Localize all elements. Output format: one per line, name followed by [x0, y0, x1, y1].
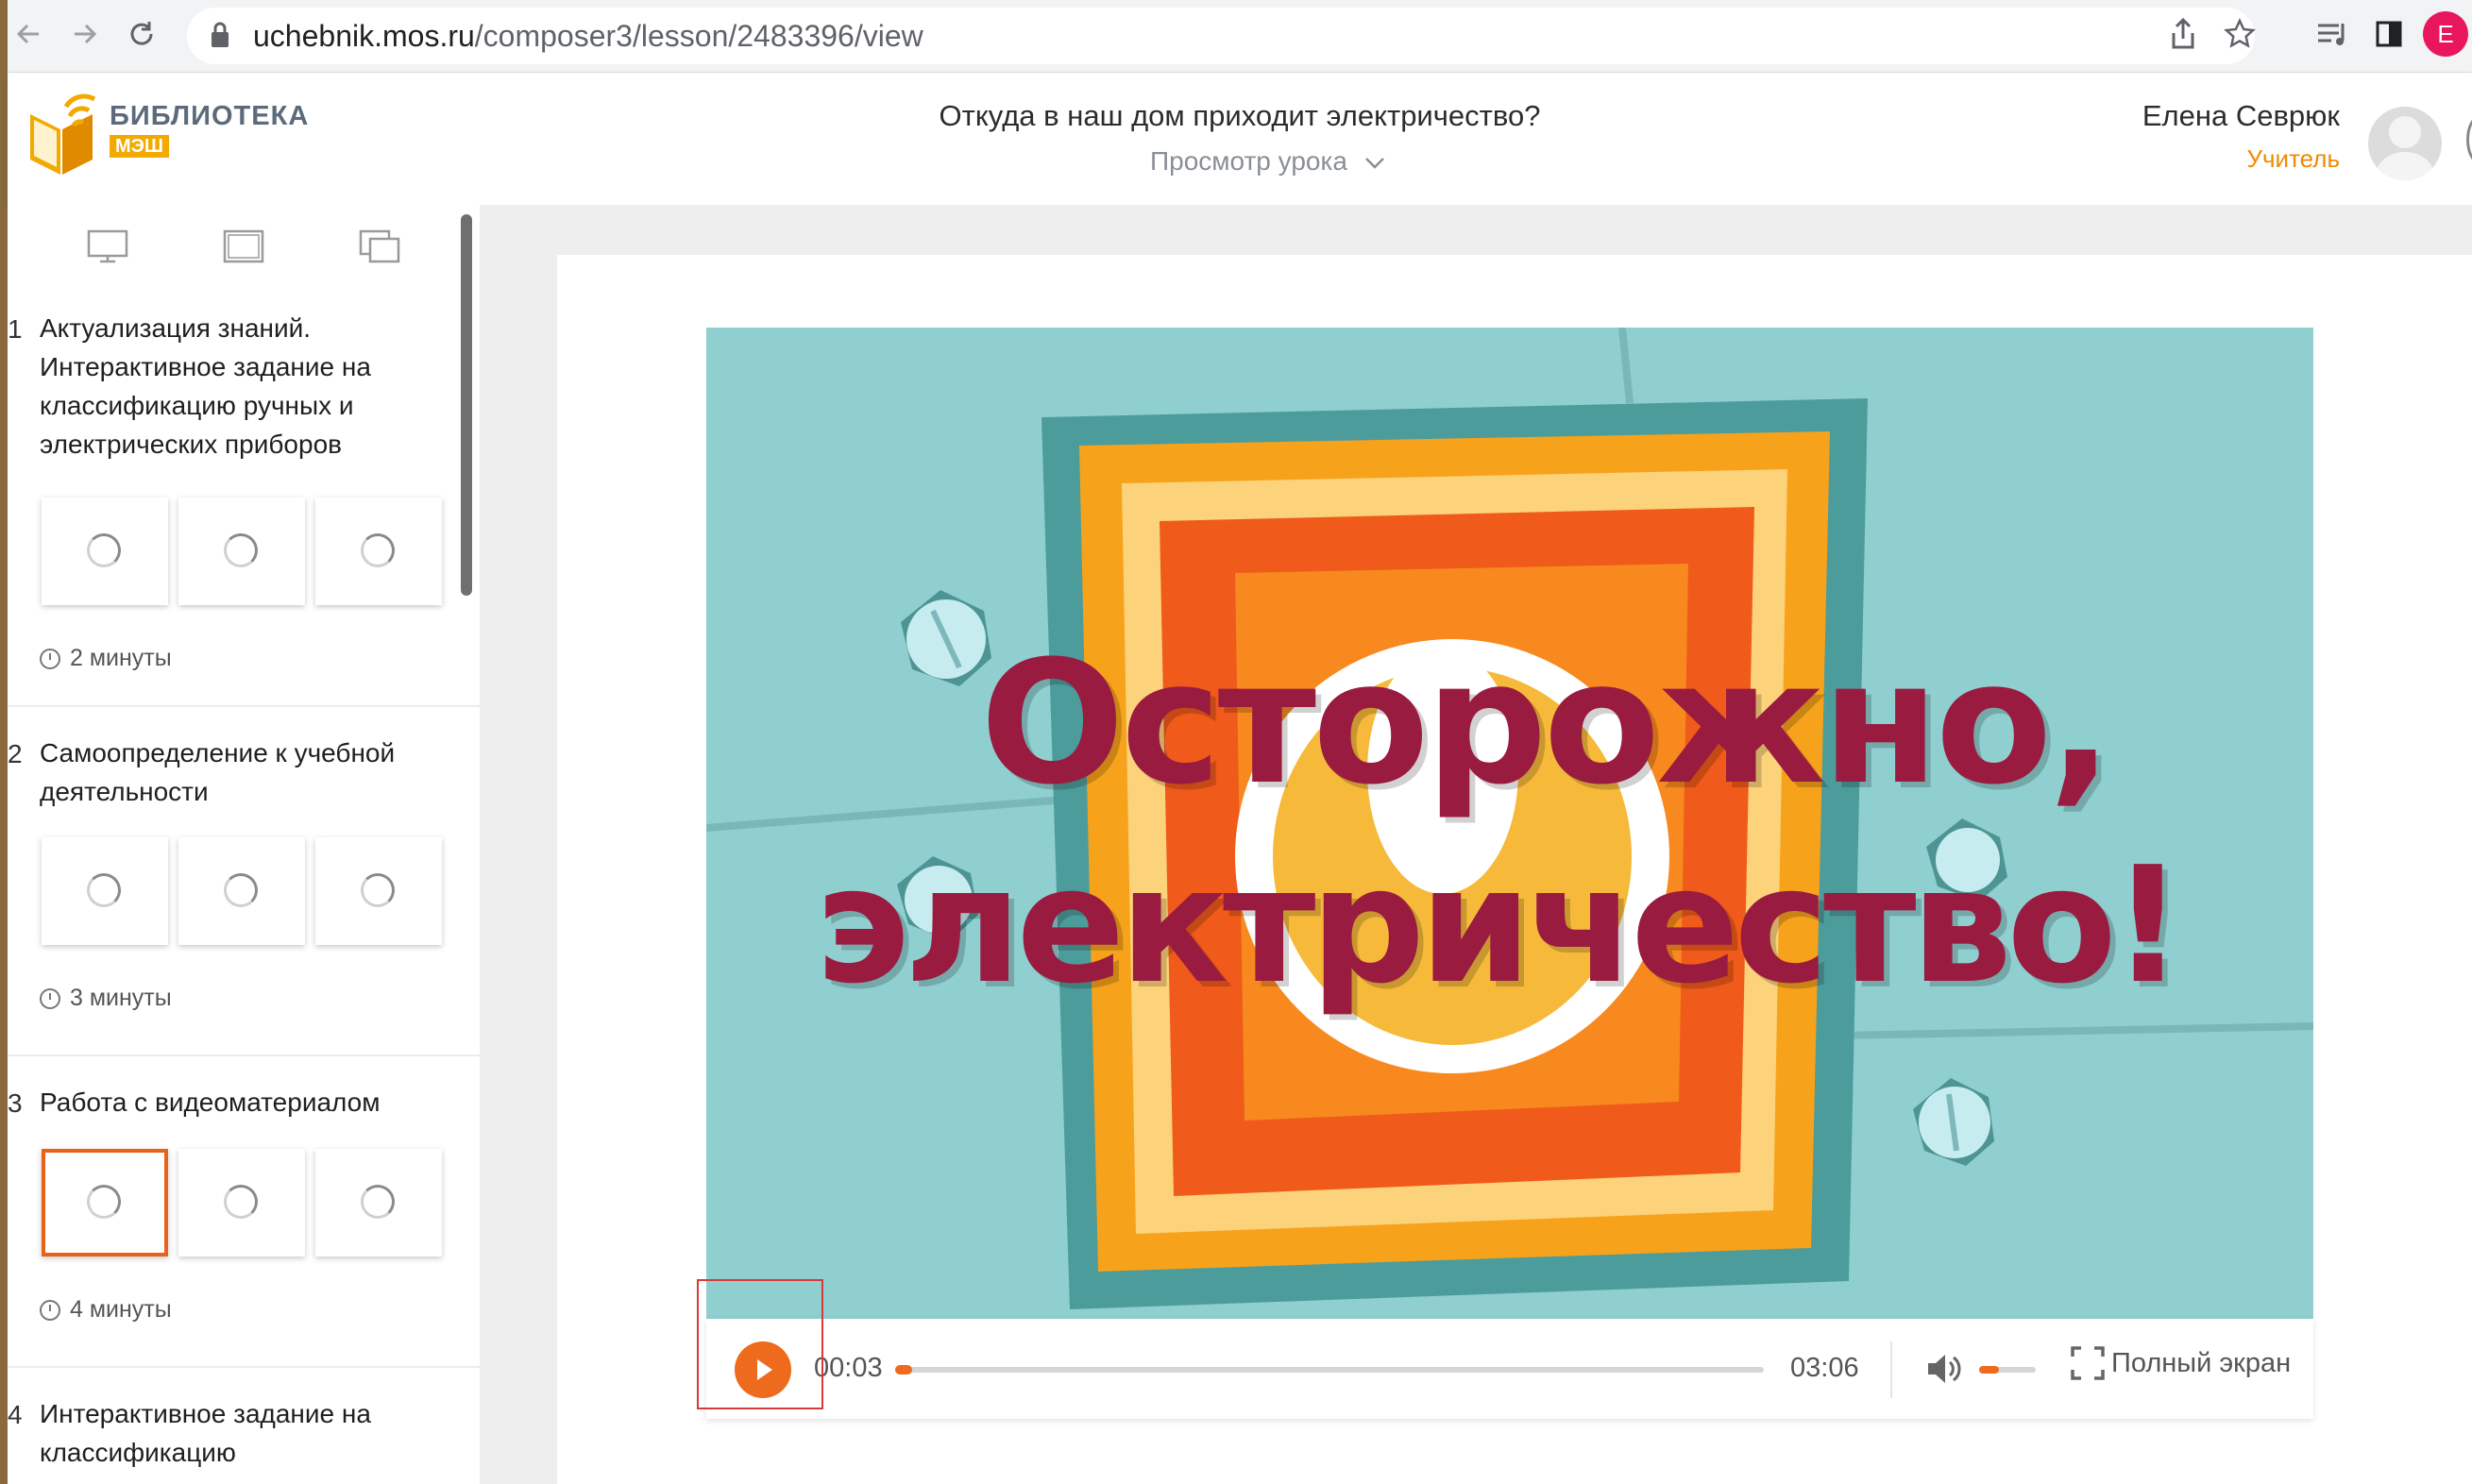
loading-spinner-icon [224, 533, 258, 567]
browser-toolbar: uchebnik.mos.ru/composer3/lesson/2483396… [8, 0, 2472, 73]
loading-spinner-icon [87, 1185, 121, 1219]
reading-list-button[interactable] [2311, 13, 2353, 55]
loading-spinner-icon [87, 873, 121, 907]
view-mode-switcher [8, 205, 480, 290]
lesson-section[interactable]: 4 Интерактивное задание на классификацию [8, 1394, 480, 1484]
lesson-mode-label: Просмотр урока [1150, 146, 1347, 176]
section-title: Актуализация знаний. Интерактивное задан… [40, 313, 371, 459]
desktop-view-icon[interactable] [87, 229, 128, 263]
section-title: Работа с видеоматериалом [40, 1088, 381, 1117]
loading-spinner-icon [87, 533, 121, 567]
section-title: Интерактивное задание на классификацию [40, 1399, 371, 1467]
total-time: 03:06 [1790, 1353, 1859, 1383]
clock-icon [40, 987, 60, 1009]
section-number: 2 [8, 739, 23, 768]
volume-fill [1979, 1366, 1999, 1374]
loading-spinner-icon [361, 533, 395, 567]
fullscreen-label: Полный экран [2111, 1347, 2292, 1378]
reload-button[interactable] [121, 13, 162, 55]
video-title-line2: электричество! [815, 833, 2185, 1020]
url-text: uchebnik.mos.ru/composer3/lesson/2483396… [253, 19, 923, 54]
section-number: 3 [8, 1088, 23, 1118]
progress-bar[interactable] [895, 1365, 1764, 1374]
chevron-down-icon [1364, 158, 1384, 169]
logo-subtitle: МЭШ [110, 135, 169, 158]
profile-avatar[interactable]: E [2423, 11, 2468, 57]
clock-icon [40, 1299, 60, 1321]
slide-thumbnail[interactable] [42, 837, 168, 945]
app-header: БИБЛИОТЕКА МЭШ Откуда в наш дом приходит… [8, 73, 2472, 205]
clock-icon [40, 648, 60, 669]
side-panel-button[interactable] [2368, 13, 2410, 55]
url-path: /composer3/lesson/2483396/view [474, 19, 923, 53]
video-frame-illustration [706, 328, 2313, 1319]
window-edge [0, 0, 8, 1484]
lesson-section-active[interactable]: 3 Работа с видеоматериалом 4 минуты [8, 1083, 480, 1368]
lesson-section[interactable]: 1 Актуализация знаний. Интерактивное зад… [8, 309, 480, 707]
lesson-title: Откуда в наш дом приходит электричество? [939, 99, 1541, 132]
slide-thumbnail[interactable] [178, 837, 305, 945]
lesson-mode-dropdown[interactable]: Просмотр урока [1150, 146, 1385, 177]
user-role: Учитель [2246, 144, 2340, 173]
url-host: uchebnik.mos.ru [253, 19, 475, 53]
section-duration: 4 минуты [40, 1296, 172, 1324]
duration-label: 4 минуты [70, 1296, 172, 1323]
slide-thumbnail[interactable] [315, 1149, 442, 1256]
lock-icon [212, 22, 229, 47]
lesson-sidebar: 1 Актуализация знаний. Интерактивное зад… [8, 205, 480, 1484]
playlist-icon [2318, 24, 2345, 45]
controls-divider [1890, 1341, 1892, 1398]
loading-spinner-icon [224, 873, 258, 907]
user-avatar[interactable] [2368, 107, 2442, 180]
duration-label: 3 минуты [70, 985, 172, 1011]
lesson-section[interactable]: 2 Самоопределение к учебной деятельности… [8, 734, 480, 1056]
slide-thumbnail[interactable] [178, 497, 305, 605]
volume-slider[interactable] [1979, 1366, 2036, 1374]
back-button[interactable] [8, 13, 49, 55]
slide-thumbnail[interactable] [42, 497, 168, 605]
volume-icon[interactable] [1924, 1349, 1964, 1389]
video-player[interactable]: Осторожно, электричество! [706, 328, 2313, 1319]
loading-spinner-icon [224, 1185, 258, 1219]
video-title-line1: Осторожно, [980, 625, 2113, 822]
current-time: 00:03 [814, 1353, 883, 1383]
address-bar[interactable]: uchebnik.mos.ru/composer3/lesson/2483396… [187, 8, 2255, 64]
fullscreen-button[interactable]: Полный экран [2070, 1345, 2291, 1381]
bookmark-button[interactable] [2219, 13, 2260, 55]
duration-label: 2 минуты [70, 645, 172, 671]
section-duration: 3 минуты [40, 985, 172, 1012]
slide-thumbnail[interactable] [315, 837, 442, 945]
fullscreen-icon [2071, 1346, 2105, 1380]
section-duration: 2 минуты [40, 645, 172, 672]
user-name: Елена Севрюк [2142, 99, 2340, 132]
progress-fill [895, 1365, 913, 1374]
slide-thumbnail[interactable] [315, 497, 442, 605]
section-title: Самоопределение к учебной деятельности [40, 738, 396, 806]
arrow-left-icon [16, 24, 39, 44]
share-icon [2172, 18, 2194, 49]
section-number: 4 [8, 1400, 23, 1429]
share-button[interactable] [2162, 13, 2204, 55]
side-panel-icon [2376, 21, 2402, 47]
forward-button[interactable] [64, 13, 106, 55]
arrow-right-icon [75, 24, 97, 44]
section-number: 1 [8, 314, 23, 344]
loading-spinner-icon [361, 1185, 395, 1219]
slide-thumbnail-selected[interactable] [42, 1149, 168, 1256]
loading-spinner-icon [361, 873, 395, 907]
tablet-view-icon[interactable] [223, 229, 264, 263]
star-icon [2224, 18, 2256, 48]
slide-thumbnail[interactable] [178, 1149, 305, 1256]
multi-window-view-icon[interactable] [359, 229, 400, 263]
annotation-highlight-box [697, 1279, 823, 1409]
reload-icon [130, 22, 153, 45]
video-controls: 00:03 03:06 Полный экран [706, 1319, 2313, 1419]
